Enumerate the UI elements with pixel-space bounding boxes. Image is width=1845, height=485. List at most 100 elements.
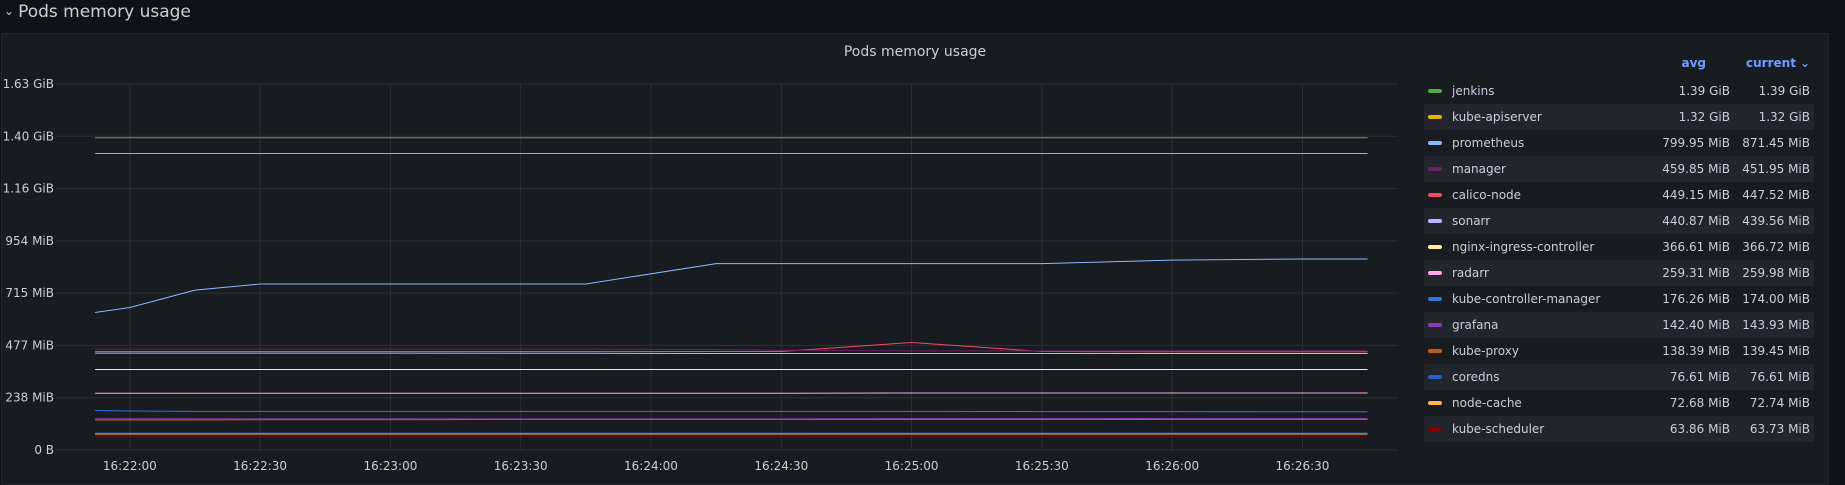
legend-avg-value: 176.26 MiB: [1662, 292, 1730, 306]
y-tick-label: 1.16 GiB: [3, 182, 54, 196]
legend-swatch[interactable]: [1428, 401, 1442, 405]
legend-item-jenkins[interactable]: jenkins 1.39 GiB 1.39 GiB: [1424, 78, 1814, 104]
legend-avg-value: 63.86 MiB: [1669, 422, 1730, 436]
y-tick-label: 954 MiB: [5, 234, 54, 248]
legend-avg-value: 1.39 GiB: [1678, 84, 1730, 98]
legend-col-avg[interactable]: avg: [1624, 56, 1716, 70]
legend-item-node-cache[interactable]: node-cache 72.68 MiB 72.74 MiB: [1424, 390, 1814, 416]
legend-item-kube-apiserver[interactable]: kube-apiserver 1.32 GiB 1.32 GiB: [1424, 104, 1814, 130]
legend-item-prometheus[interactable]: prometheus 799.95 MiB 871.45 MiB: [1424, 130, 1814, 156]
series-line-prometheus[interactable]: [95, 258, 1368, 313]
legend-current-value: 259.98 MiB: [1742, 266, 1810, 280]
legend-swatch[interactable]: [1428, 349, 1442, 353]
legend-avg-value: 259.31 MiB: [1662, 266, 1730, 280]
y-tick-label: 477 MiB: [5, 338, 54, 352]
x-tick-label: 16:22:00: [103, 459, 157, 473]
y-tick-label: 1.63 GiB: [3, 77, 54, 91]
legend-swatch[interactable]: [1428, 245, 1442, 249]
legend-swatch[interactable]: [1428, 375, 1442, 379]
x-tick-label: 16:22:30: [233, 459, 287, 473]
legend-series-name[interactable]: kube-proxy: [1452, 344, 1622, 358]
legend-swatch[interactable]: [1428, 271, 1442, 275]
legend-header: avg current ⌄: [1424, 48, 1814, 78]
legend-current-value: 447.52 MiB: [1742, 188, 1810, 202]
legend-avg-value: 440.87 MiB: [1662, 214, 1730, 228]
legend-current-value: 139.45 MiB: [1742, 344, 1810, 358]
legend-swatch[interactable]: [1428, 427, 1442, 431]
legend-swatch[interactable]: [1428, 193, 1442, 197]
legend-current-value: 451.95 MiB: [1742, 162, 1810, 176]
x-tick-label: 16:26:00: [1145, 459, 1199, 473]
legend-avg-value: 799.95 MiB: [1662, 136, 1730, 150]
x-tick-label: 16:23:00: [363, 459, 417, 473]
legend-series-name[interactable]: kube-scheduler: [1452, 422, 1622, 436]
legend-series-name[interactable]: kube-apiserver: [1452, 110, 1622, 124]
x-tick-label: 16:25:00: [885, 459, 939, 473]
legend-series-name[interactable]: nginx-ingress-controller: [1452, 240, 1622, 254]
legend-series-name[interactable]: grafana: [1452, 318, 1622, 332]
legend-current-value: 1.32 GiB: [1758, 110, 1810, 124]
legend-avg-value: 459.85 MiB: [1662, 162, 1730, 176]
legend-rows: jenkins 1.39 GiB 1.39 GiB kube-apiserver 1.3…: [1424, 78, 1814, 442]
y-tick-label: 1.40 GiB: [3, 129, 54, 143]
legend-current-value: 63.73 MiB: [1749, 422, 1810, 436]
legend: avg current ⌄ jenkins 1.39 GiB 1.39 GiB kub…: [1424, 48, 1814, 442]
legend-item-calico-node[interactable]: calico-node 449.15 MiB 447.52 MiB: [1424, 182, 1814, 208]
legend-col-current[interactable]: current ⌄: [1716, 56, 1814, 70]
legend-current-value: 366.72 MiB: [1742, 240, 1810, 254]
y-tick-label: 238 MiB: [5, 391, 54, 405]
legend-swatch[interactable]: [1428, 297, 1442, 301]
series-line-kube-proxy[interactable]: [95, 419, 1368, 421]
legend-current-value: 871.45 MiB: [1742, 136, 1810, 150]
x-tick-label: 16:23:30: [494, 459, 548, 473]
legend-series-name[interactable]: manager: [1452, 162, 1622, 176]
series-line-grafana[interactable]: [95, 417, 1368, 420]
legend-avg-value: 449.15 MiB: [1662, 188, 1730, 202]
legend-swatch[interactable]: [1428, 115, 1442, 119]
legend-swatch[interactable]: [1428, 323, 1442, 327]
legend-item-grafana[interactable]: grafana 142.40 MiB 143.93 MiB: [1424, 312, 1814, 338]
legend-avg-value: 72.68 MiB: [1669, 396, 1730, 410]
legend-item-radarr[interactable]: radarr 259.31 MiB 259.98 MiB: [1424, 260, 1814, 286]
x-tick-label: 16:25:30: [1015, 459, 1069, 473]
legend-current-value: 174.00 MiB: [1742, 292, 1810, 306]
legend-series-name[interactable]: calico-node: [1452, 188, 1622, 202]
legend-avg-value: 142.40 MiB: [1662, 318, 1730, 332]
legend-current-value: 143.93 MiB: [1742, 318, 1810, 332]
legend-current-value: 76.61 MiB: [1749, 370, 1810, 384]
x-tick-label: 16:24:00: [624, 459, 678, 473]
y-tick-label: 715 MiB: [5, 286, 54, 300]
legend-item-nginx-ingress-controller[interactable]: nginx-ingress-controller 366.61 MiB 366.72…: [1424, 234, 1814, 260]
legend-item-kube-scheduler[interactable]: kube-scheduler 63.86 MiB 63.73 MiB: [1424, 416, 1814, 442]
legend-item-kube-controller-manager[interactable]: kube-controller-manager 176.26 MiB 174.00 …: [1424, 286, 1814, 312]
legend-avg-value: 76.61 MiB: [1669, 370, 1730, 384]
legend-current-value: 72.74 MiB: [1749, 396, 1810, 410]
legend-item-kube-proxy[interactable]: kube-proxy 138.39 MiB 139.45 MiB: [1424, 338, 1814, 364]
legend-series-name[interactable]: node-cache: [1452, 396, 1622, 410]
legend-avg-value: 1.32 GiB: [1678, 110, 1730, 124]
legend-col-current-label: current: [1746, 56, 1796, 70]
legend-series-name[interactable]: radarr: [1452, 266, 1622, 280]
y-tick-label: 0 B: [34, 443, 54, 457]
legend-series-name[interactable]: kube-controller-manager: [1452, 292, 1622, 306]
chevron-down-icon: ⌄: [1799, 56, 1810, 70]
legend-avg-value: 366.61 MiB: [1662, 240, 1730, 254]
legend-swatch[interactable]: [1428, 219, 1442, 223]
legend-item-sonarr[interactable]: sonarr 440.87 MiB 439.56 MiB: [1424, 208, 1814, 234]
legend-series-name[interactable]: coredns: [1452, 370, 1622, 384]
legend-swatch[interactable]: [1428, 89, 1442, 93]
legend-current-value: 439.56 MiB: [1742, 214, 1810, 228]
legend-item-coredns[interactable]: coredns 76.61 MiB 76.61 MiB: [1424, 364, 1814, 390]
legend-series-name[interactable]: jenkins: [1452, 84, 1622, 98]
legend-current-value: 1.39 GiB: [1758, 84, 1810, 98]
x-tick-label: 16:26:30: [1276, 459, 1330, 473]
series-line-kube-controller-manager[interactable]: [95, 410, 1368, 413]
legend-swatch[interactable]: [1428, 167, 1442, 171]
series-line-manager[interactable]: [95, 348, 1368, 352]
legend-series-name[interactable]: sonarr: [1452, 214, 1622, 228]
legend-swatch[interactable]: [1428, 141, 1442, 145]
x-tick-label: 16:24:30: [754, 459, 808, 473]
legend-avg-value: 138.39 MiB: [1662, 344, 1730, 358]
legend-series-name[interactable]: prometheus: [1452, 136, 1622, 150]
legend-item-manager[interactable]: manager 459.85 MiB 451.95 MiB: [1424, 156, 1814, 182]
